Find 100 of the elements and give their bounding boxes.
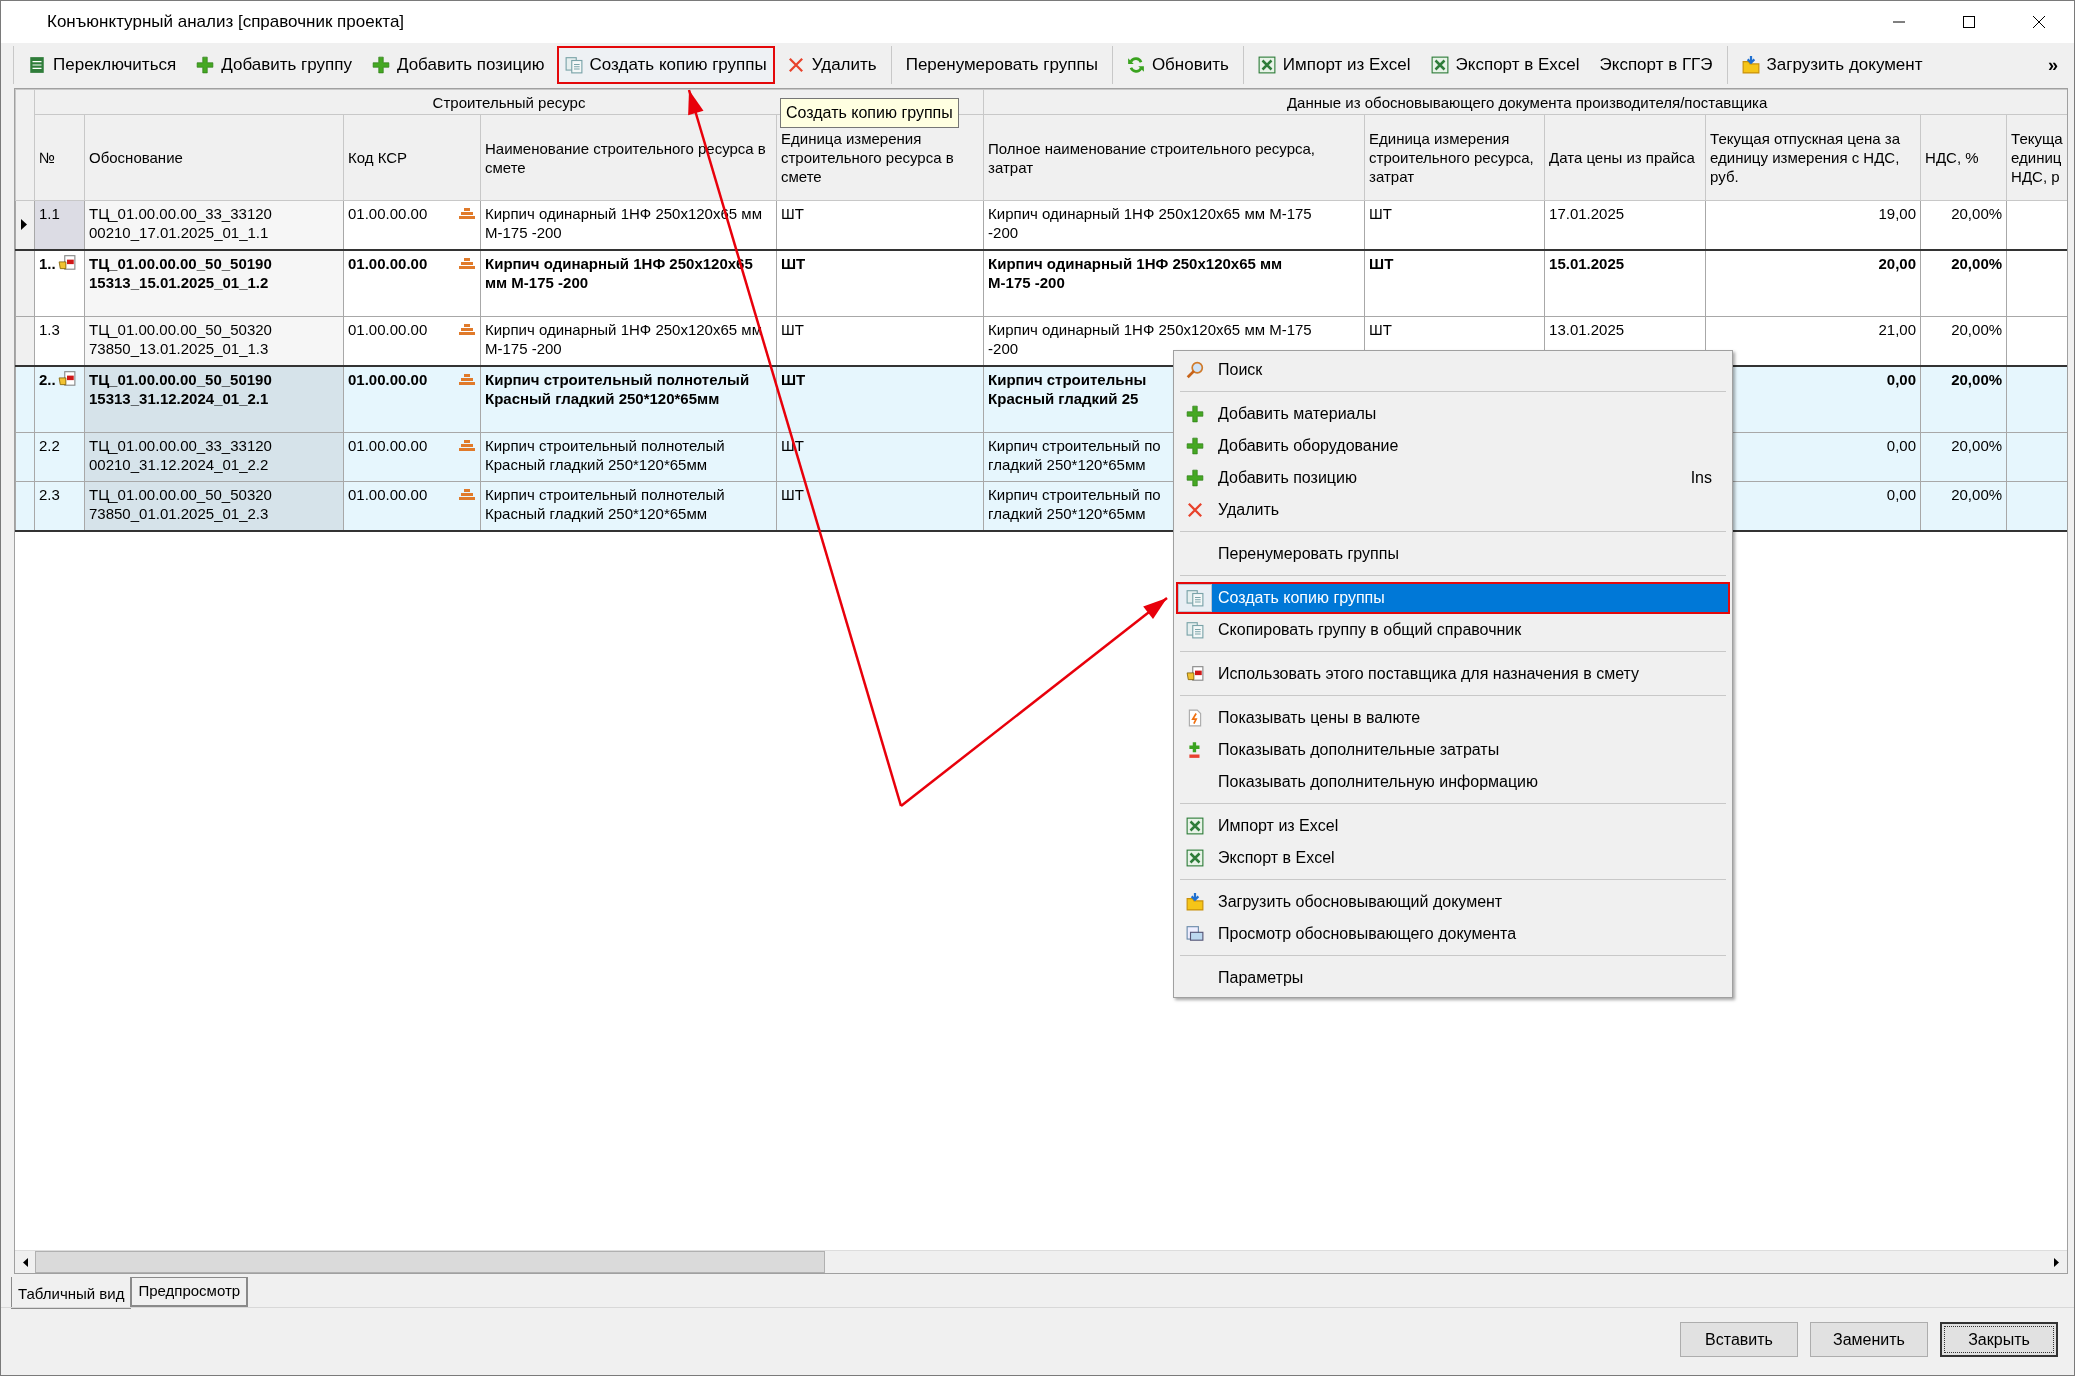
right-arrow-icon <box>2054 1257 2060 1267</box>
menu-item[interactable]: Перенумеровать группы <box>1176 538 1730 570</box>
toolbar-button[interactable]: Импорт из Excel <box>1249 46 1419 84</box>
table-cell: 20,00% <box>1920 365 2007 433</box>
menu-item[interactable]: Импорт из Excel <box>1176 810 1730 842</box>
copy-icon <box>1186 589 1204 607</box>
left-arrow-icon <box>22 1257 28 1267</box>
plus-icon <box>196 56 215 74</box>
close-icon <box>2032 15 2046 29</box>
toolbar-button[interactable]: Экспорт в Excel <box>1422 46 1588 84</box>
table-cell: 20,00% <box>1920 432 2007 482</box>
column-header[interactable]: Дата цены из прайса <box>1544 114 1706 201</box>
hand-document-icon <box>1186 665 1204 683</box>
row-number: 1.. <box>39 253 56 273</box>
table-cell: ШТ <box>1364 249 1545 317</box>
view-tab[interactable]: Предпросмотр <box>131 1277 249 1307</box>
table-cell: ТЦ_01.00.00.00_50_5032073850_13.01.2025_01_1.3 <box>84 316 344 366</box>
search-icon <box>1186 361 1204 379</box>
plus-icon <box>1186 405 1204 423</box>
menu-item[interactable]: Скопировать группу в общий справочник <box>1176 614 1730 646</box>
dialog-button[interactable]: Заменить <box>1810 1322 1928 1357</box>
table-cell: 1.1 <box>34 200 85 250</box>
folder-arrow-icon <box>1186 893 1204 911</box>
overflow-button[interactable]: » <box>2042 50 2064 80</box>
toolbar-button[interactable]: Перенумеровать группы <box>897 46 1106 84</box>
column-header[interactable]: Текуща единиц НДС, р <box>2006 114 2067 201</box>
cell-text: 01.00.00.00 <box>348 204 428 223</box>
cell-text: 01.00.00.00 <box>348 253 428 273</box>
cell-text: 01.00.00.00 <box>348 485 428 504</box>
table-cell: ШТ <box>776 249 984 317</box>
table-cell: 20,00 <box>1705 249 1921 317</box>
spreadsheet-icon <box>28 56 46 74</box>
menu-item[interactable]: Создать копию группы <box>1176 582 1730 614</box>
plus-icon <box>1186 469 1204 487</box>
toolbar-button[interactable]: Создать копию группы <box>556 46 775 84</box>
toolbar-button[interactable]: Добавить группу <box>188 46 360 84</box>
menu-item[interactable]: Параметры <box>1176 962 1730 994</box>
cell-text: 01.00.00.00 <box>348 436 428 455</box>
sheet-cross-icon <box>1257 56 1276 74</box>
sheet-cross-icon <box>1430 56 1449 74</box>
hand-document-icon <box>57 253 76 272</box>
table-cell: ШТ <box>776 365 984 433</box>
table-cell: ШТ <box>776 481 984 531</box>
column-header[interactable]: Обоснование <box>84 114 344 201</box>
sheet-cross-icon <box>1186 817 1204 835</box>
view-tab[interactable]: Табличный вид <box>11 1277 132 1309</box>
table-cell: Кирпич строительный полнотелый Красный гладкий 250*120*65мм <box>480 481 777 531</box>
toolbar-button[interactable]: Переключиться <box>20 46 185 84</box>
table-cell: Кирпич одинарный 1НФ 250x120x65 мм М-175 -200 <box>983 249 1365 317</box>
copy-icon <box>564 56 583 74</box>
table-cell: 15.01.2025 <box>1544 249 1706 317</box>
column-header[interactable]: Текущая отпускная цена за единицу измерения с НДС, руб. <box>1705 114 1921 201</box>
menu-item[interactable]: Показывать дополнительные затраты <box>1176 734 1730 766</box>
column-header[interactable]: НДС, % <box>1920 114 2007 201</box>
menu-item[interactable]: Показывать цены в валюте <box>1176 702 1730 734</box>
plus-icon <box>371 56 390 74</box>
document-bolt-icon <box>1186 709 1204 727</box>
column-header[interactable]: № <box>34 114 85 201</box>
copy-icon <box>1186 621 1204 639</box>
column-header[interactable]: Единица измерения строительного ресурса, затрат <box>1364 114 1545 201</box>
table-cell: ТЦ_01.00.00.00_50_5032073850_01.01.2025_01_2.3 <box>84 481 344 531</box>
folder-arrow-icon <box>1741 56 1760 74</box>
table-cell: 2.2 <box>34 432 85 482</box>
table-cell: 2.3 <box>34 481 85 531</box>
table-cell: 20,00% <box>1920 481 2007 531</box>
dialog-button[interactable]: Вставить <box>1680 1322 1798 1357</box>
row-number: 2.. <box>39 369 56 389</box>
toolbar-button[interactable]: Экспорт в ГГЭ <box>1591 46 1721 84</box>
window-title: Конъюнктурный анализ [справочник проекта] <box>47 11 405 34</box>
table-cell: Кирпич строительный полнотелый Красный гладкий 250*120*65мм <box>480 432 777 482</box>
document-view-icon <box>1186 925 1204 943</box>
scrollbar-thumb[interactable] <box>35 1251 825 1273</box>
hand-document-icon <box>57 369 76 388</box>
cell-text: 01.00.00.00 <box>348 320 428 339</box>
refresh-icon <box>1126 56 1145 74</box>
tooltip: Создать копию группы <box>780 98 959 128</box>
cell-text: 01.00.00.00 <box>348 369 428 389</box>
toolbar-button[interactable]: Добавить позицию <box>363 46 553 84</box>
column-header[interactable]: Код КСР <box>343 114 481 201</box>
toolbar-button[interactable]: Обновить <box>1118 46 1237 84</box>
column-group-header: Данные из обосновывающего документа производителя/поставщика <box>983 89 2067 115</box>
sheet-cross-icon <box>1186 849 1204 867</box>
menu-item[interactable]: Загрузить обосновывающий документ <box>1176 886 1730 918</box>
dialog-button[interactable]: Закрыть <box>1940 1322 2058 1357</box>
cross-icon <box>786 56 805 74</box>
table-cell: ТЦ_01.00.00.00_50_5019015313_15.01.2025_01_1.2 <box>84 249 344 317</box>
table-cell: ТЦ_01.00.00.00_50_5019015313_31.12.2024_01_2.1 <box>84 365 344 433</box>
cross-icon <box>1186 501 1204 519</box>
table-cell: 20,00% <box>1920 249 2007 317</box>
menu-item[interactable]: Просмотр обосновывающего документа <box>1176 918 1730 950</box>
column-header[interactable]: Полное наименование строительного ресурса, затрат <box>983 114 1365 201</box>
table-cell: ТЦ_01.00.00.00_33_3312000210_17.01.2025_01_1.1 <box>84 200 344 250</box>
table-cell: ТЦ_01.00.00.00_33_3312000210_31.12.2024_01_2.2 <box>84 432 344 482</box>
toolbar-button[interactable]: Удалить <box>778 46 885 84</box>
menu-item[interactable]: Использовать этого поставщика для назначения в смету <box>1176 658 1730 690</box>
plus-icon <box>1186 437 1204 455</box>
menu-item[interactable]: Экспорт в Excel <box>1176 842 1730 874</box>
menu-item[interactable]: Показывать дополнительную информацию <box>1176 766 1730 798</box>
table-cell: Кирпич строительный полнотелый Красный гладкий 250*120*65мм <box>480 365 777 433</box>
toolbar-button[interactable]: Загрузить документ <box>1733 46 1931 84</box>
